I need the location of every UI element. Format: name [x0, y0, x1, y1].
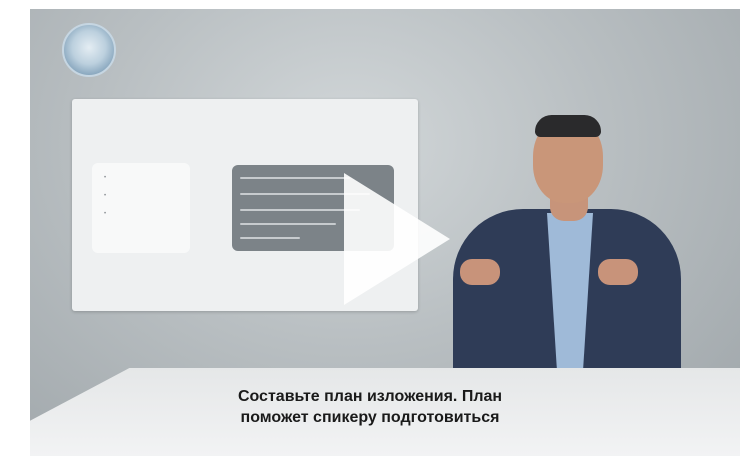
slide-text-line: [240, 223, 336, 225]
presenter-right-hand: [598, 259, 638, 285]
slide-bullet: [104, 211, 190, 217]
slide-bullet: [104, 175, 190, 181]
slide-text-line: [240, 177, 350, 179]
slide-text-line: [240, 209, 360, 211]
presenter-hair: [535, 115, 601, 137]
subtitle-line: Составьте план изложения. План: [237, 388, 503, 405]
video-subtitle: Составьте план изложения. План поможет с…: [0, 386, 740, 428]
slide-text-line: [240, 237, 300, 239]
play-icon[interactable]: [344, 173, 450, 305]
organization-logo-icon: [62, 23, 116, 77]
slide-left-panel: [92, 163, 190, 253]
presenter-left-hand: [460, 259, 500, 285]
subtitle-line: поможет спикеру подготовиться: [240, 409, 500, 426]
slide-bullet: [104, 193, 190, 199]
presenter: [445, 107, 695, 407]
